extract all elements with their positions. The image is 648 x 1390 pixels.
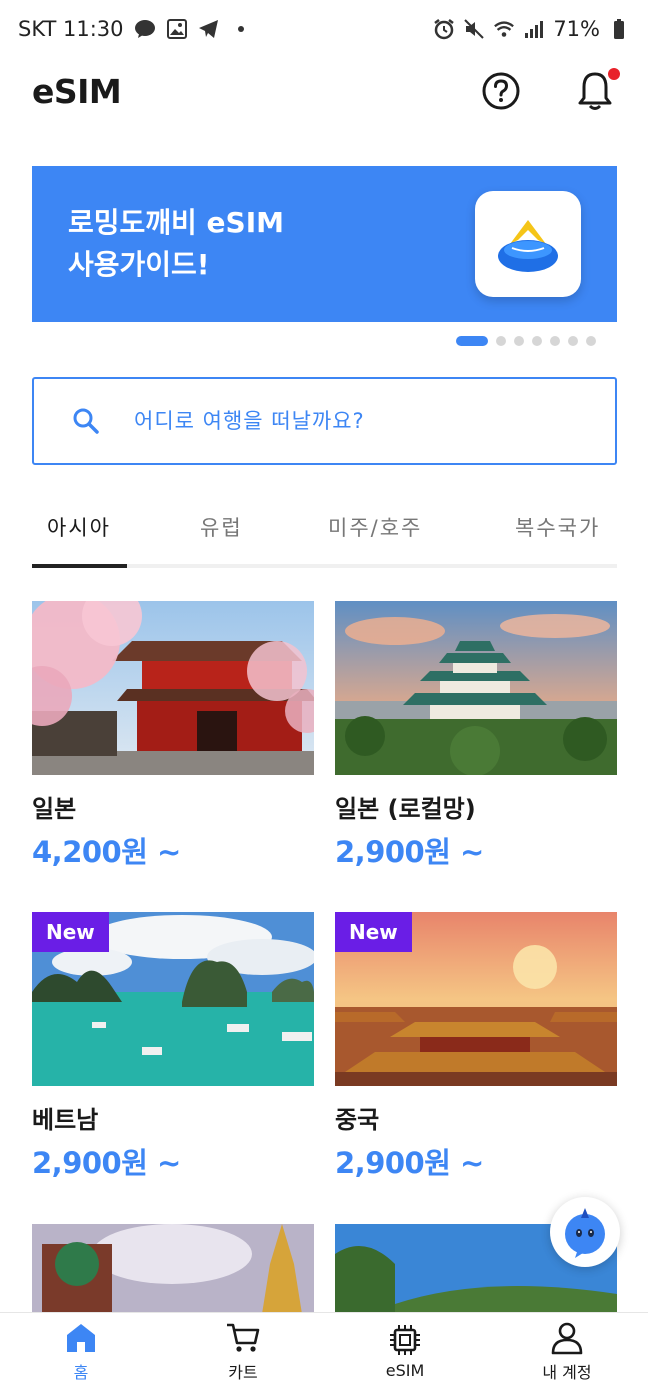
user-icon	[551, 1322, 583, 1354]
pagination-dot[interactable]	[496, 336, 506, 346]
search-icon	[73, 408, 99, 434]
status-bar: SKT 11:30 71%	[0, 0, 648, 58]
alarm-icon	[433, 18, 455, 40]
search-bar[interactable]	[32, 377, 617, 465]
nav-item-esim[interactable]: eSIM	[324, 1313, 486, 1390]
nav-item-home[interactable]: 홈	[0, 1313, 162, 1390]
active-tab-indicator	[32, 564, 127, 568]
japan-temple-image	[32, 601, 314, 775]
nav-label: 내 계정	[542, 1362, 592, 1382]
banner-text: 로밍도깨비 eSIM 사용가이드!	[68, 206, 284, 281]
nav-item-cart[interactable]: 카트	[162, 1313, 324, 1390]
nav-item-account[interactable]: 내 계정	[486, 1313, 648, 1390]
wifi-icon	[493, 18, 515, 40]
cart-icon	[227, 1323, 260, 1352]
tab-americas-oceania[interactable]: 미주/호주	[328, 490, 422, 564]
nav-label: eSIM	[385, 1361, 425, 1380]
pagination-dot[interactable]	[586, 336, 596, 346]
region-tabs: 아시아 유럽 미주/호주 복수국가	[32, 490, 617, 568]
roaming-goblin-app-icon	[475, 191, 581, 297]
carrier-time: SKT 11:30	[18, 17, 124, 41]
search-input[interactable]	[134, 409, 554, 433]
product-card-japan[interactable]: 일본 4,200원 ~	[32, 601, 314, 871]
banner-pagination	[456, 336, 596, 346]
app-header: eSIM	[0, 58, 648, 124]
help-circle-icon	[482, 72, 520, 110]
header-actions	[480, 68, 620, 112]
product-card-vietnam[interactable]: New 베트남 2,900원 ~	[32, 912, 314, 1182]
new-badge: New	[32, 912, 109, 952]
promo-banner[interactable]: 로밍도깨비 eSIM 사용가이드!	[32, 166, 617, 322]
tab-asia[interactable]: 아시아	[47, 490, 111, 564]
pagination-dot[interactable]	[514, 336, 524, 346]
pagination-dot[interactable]	[568, 336, 578, 346]
pagination-dot-active[interactable]	[456, 336, 488, 346]
product-title: 베트남	[32, 1106, 99, 1134]
tab-europe[interactable]: 유럽	[200, 490, 243, 564]
nav-label: 홈	[73, 1362, 89, 1382]
battery-icon	[608, 18, 630, 40]
pagination-dot[interactable]	[532, 336, 542, 346]
nav-label: 카트	[228, 1362, 258, 1382]
product-price: 2,900원 ~	[335, 1146, 484, 1180]
page-title: eSIM	[32, 71, 122, 111]
status-left: SKT 11:30	[18, 17, 252, 41]
signal-icon	[523, 18, 545, 40]
notification-dot	[608, 68, 620, 80]
mute-icon	[463, 18, 485, 40]
product-price: 4,200원 ~	[32, 835, 181, 869]
help-button[interactable]	[480, 70, 522, 112]
chat-support-button[interactable]	[550, 1197, 620, 1267]
kakaotalk-icon	[134, 18, 156, 40]
product-card-china[interactable]: New 중국 2,900원 ~	[335, 912, 617, 1182]
japan-castle-image	[335, 601, 617, 775]
battery-percent: 71%	[553, 17, 600, 41]
product-title: 일본	[32, 795, 77, 823]
telegram-icon	[198, 18, 220, 40]
product-title: 일본 (로컬망)	[335, 795, 476, 823]
chatbot-goblin-icon	[565, 1208, 605, 1258]
new-badge: New	[335, 912, 412, 952]
product-price: 2,900원 ~	[335, 835, 484, 869]
chip-icon	[390, 1325, 420, 1355]
china-forbidden-city-image: New	[335, 912, 617, 1086]
notification-button[interactable]	[574, 68, 620, 112]
vietnam-halong-bay-image: New	[32, 912, 314, 1086]
product-title: 중국	[335, 1106, 380, 1134]
gallery-icon	[166, 18, 188, 40]
status-right: 71%	[433, 17, 630, 41]
home-icon	[67, 1323, 95, 1352]
more-dot-icon	[230, 18, 252, 40]
product-price: 2,900원 ~	[32, 1146, 181, 1180]
pagination-dot[interactable]	[550, 336, 560, 346]
product-card-japan-local[interactable]: 일본 (로컬망) 2,900원 ~	[335, 601, 617, 871]
tab-multi-country[interactable]: 복수국가	[515, 490, 600, 564]
bottom-navigation: 홈 카트 eSIM 내 계정	[0, 1312, 648, 1390]
